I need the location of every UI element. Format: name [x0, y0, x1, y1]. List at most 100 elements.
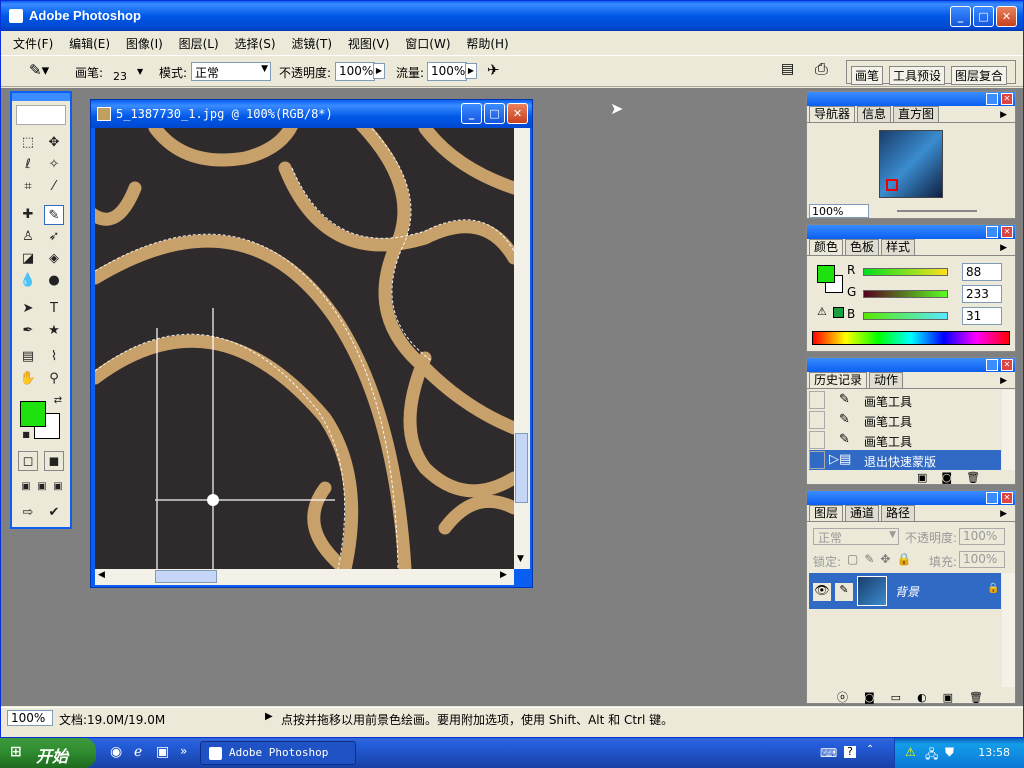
vertical-scroll-thumb[interactable]	[515, 433, 528, 503]
file-browser-icon[interactable]: ▤	[781, 61, 794, 77]
notes-tool-icon[interactable]: ▤	[18, 347, 38, 367]
color-fg-swatch[interactable]	[817, 265, 835, 283]
tab-paths[interactable]: 路径	[881, 505, 916, 521]
tab-layers[interactable]: 图层	[809, 505, 844, 521]
opacity-input[interactable]: 100%	[335, 62, 375, 81]
color-header[interactable]: ✕	[807, 225, 1015, 239]
history-item[interactable]: ✎ 画笔工具	[809, 410, 1001, 430]
palette-close-button[interactable]: ✕	[1001, 93, 1013, 105]
tab-channels[interactable]: 通道	[845, 505, 880, 521]
palette-close-button[interactable]: ✕	[1001, 492, 1013, 504]
flow-input[interactable]: 100%	[427, 62, 467, 81]
crop-tool-icon[interactable]: ⌗	[18, 177, 38, 197]
zoom-tool-icon[interactable]: ⚲	[44, 369, 64, 389]
opacity-slider-button[interactable]: ▶	[373, 63, 385, 79]
fill-input[interactable]: 100%	[959, 551, 1005, 568]
web-safe-swatch[interactable]	[833, 307, 844, 318]
history-scrollbar[interactable]	[1002, 390, 1015, 470]
quick-mask-icon[interactable]: ◼	[44, 451, 64, 471]
pen-tool-icon[interactable]: ✒	[18, 321, 38, 341]
vertical-scrollbar[interactable]: ▼	[514, 128, 530, 569]
marquee-tool-icon[interactable]: ⬚	[18, 133, 38, 153]
slice-tool-icon[interactable]: ⁄	[44, 177, 64, 197]
palette-close-button[interactable]: ✕	[1001, 359, 1013, 371]
history-item-selected[interactable]: ▷ ▤ 退出快速蒙版	[809, 450, 1001, 470]
quick-launch-browser-icon[interactable]: ℯ	[134, 744, 142, 760]
tab-styles[interactable]: 样式	[881, 239, 916, 255]
tab-navigator[interactable]: 导航器	[809, 106, 856, 122]
menu-image[interactable]: 图像(I)	[120, 32, 169, 55]
document-title-bar[interactable]: 5_1387730_1.jpg @ 100%(RGB/8*) _ □ ✕	[91, 100, 532, 128]
tab-swatches[interactable]: 色板	[845, 239, 880, 255]
toolbox-header[interactable]	[12, 93, 70, 101]
taskbar-photoshop-button[interactable]: Adobe Photoshop	[200, 741, 356, 765]
doc-close-button[interactable]: ✕	[507, 103, 528, 124]
airbrush-icon[interactable]: ✈	[487, 61, 500, 79]
standard-mode-icon[interactable]: ◻	[18, 451, 38, 471]
maximize-button[interactable]: □	[973, 6, 994, 27]
print-icon[interactable]: ⎙	[815, 59, 828, 79]
menu-help[interactable]: 帮助(H)	[460, 32, 514, 55]
history-source-box[interactable]	[809, 411, 825, 429]
palette-minimize-button[interactable]	[986, 359, 998, 371]
tray-expand-icon[interactable]: ⌃	[866, 744, 874, 755]
move-tool-icon[interactable]: ✥	[44, 133, 64, 153]
brush-size[interactable]: 23	[113, 70, 127, 83]
palette-minimize-button[interactable]	[986, 492, 998, 504]
minimize-button[interactable]: _	[950, 6, 971, 27]
lasso-tool-icon[interactable]: ℓ	[18, 155, 38, 175]
palette-minimize-button[interactable]	[986, 226, 998, 238]
hand-tool-icon[interactable]: ✋	[18, 369, 38, 389]
tab-tool-presets[interactable]: 工具预设	[889, 66, 946, 85]
history-source-box[interactable]	[809, 451, 825, 469]
r-slider[interactable]	[863, 268, 948, 276]
eye-icon[interactable]: 👁	[813, 583, 831, 601]
foreground-color-swatch-top[interactable]	[20, 401, 46, 427]
warning-tray-icon[interactable]: ⚠	[905, 745, 916, 759]
menu-edit[interactable]: 编辑(E)	[63, 32, 116, 55]
navigator-thumbnail[interactable]	[879, 130, 943, 198]
b-value-input[interactable]: 31	[962, 307, 1002, 325]
tab-brushes[interactable]: 画笔	[851, 66, 884, 85]
navigator-zoom-input[interactable]: 100%	[809, 204, 869, 218]
menu-view[interactable]: 视图(V)	[342, 32, 396, 55]
shield-tray-icon[interactable]: ⛊	[945, 745, 954, 760]
history-item[interactable]: ✎ 画笔工具	[809, 430, 1001, 450]
quick-launch-desktop-icon[interactable]: ▣	[156, 744, 169, 760]
menu-layer[interactable]: 图层(L)	[173, 32, 225, 55]
scroll-right-icon[interactable]: ▶	[500, 570, 507, 580]
jump-to-imageready-icon[interactable]: ⇨	[18, 503, 38, 523]
status-zoom-input[interactable]: 100%	[7, 710, 53, 726]
doc-minimize-button[interactable]: _	[461, 103, 482, 124]
eraser-icon[interactable]: ◪	[18, 249, 38, 269]
layer-row-background[interactable]: 👁 ✎ 背景 🔒	[809, 573, 1001, 609]
start-button[interactable]: ⊞ 开始	[0, 738, 96, 768]
close-button[interactable]: ✕	[996, 6, 1017, 27]
palette-menu-icon[interactable]: ▶	[996, 241, 1011, 257]
tab-color[interactable]: 颜色	[809, 239, 844, 255]
keyboard-icon[interactable]: ⌨	[820, 746, 837, 760]
tab-histogram[interactable]: 直方图	[893, 106, 940, 122]
type-tool-icon[interactable]: T	[44, 299, 64, 319]
blend-mode-select[interactable]: 正常 ▼	[813, 528, 899, 545]
palette-menu-icon[interactable]: ▶	[996, 108, 1011, 124]
image-canvas[interactable]	[95, 128, 514, 569]
edit-check-icon[interactable]: ✔	[44, 503, 64, 523]
network-tray-icon[interactable]: 🖧	[925, 745, 938, 766]
history-footer-icons[interactable]: ▣◙🗑	[917, 471, 994, 484]
r-value-input[interactable]: 88	[962, 263, 1002, 281]
swap-colors-icon[interactable]: ⇄	[48, 391, 68, 411]
palette-minimize-button[interactable]	[986, 93, 998, 105]
default-colors-icon[interactable]: ■	[16, 425, 36, 445]
path-select-icon[interactable]: ➤	[18, 299, 38, 319]
history-header[interactable]: ✕	[807, 358, 1015, 372]
tab-history[interactable]: 历史记录	[809, 372, 868, 388]
g-value-input[interactable]: 233	[962, 285, 1002, 303]
navigator-zoom-slider[interactable]	[897, 210, 977, 212]
mode-select[interactable]: 正常 ▼	[191, 62, 271, 81]
history-source-box[interactable]	[809, 431, 825, 449]
g-slider[interactable]	[863, 290, 948, 298]
shape-tool-icon[interactable]: ★	[44, 321, 64, 341]
eyedropper-icon[interactable]: ⌇	[44, 347, 64, 367]
dodge-tool-icon[interactable]: ●	[44, 271, 64, 291]
